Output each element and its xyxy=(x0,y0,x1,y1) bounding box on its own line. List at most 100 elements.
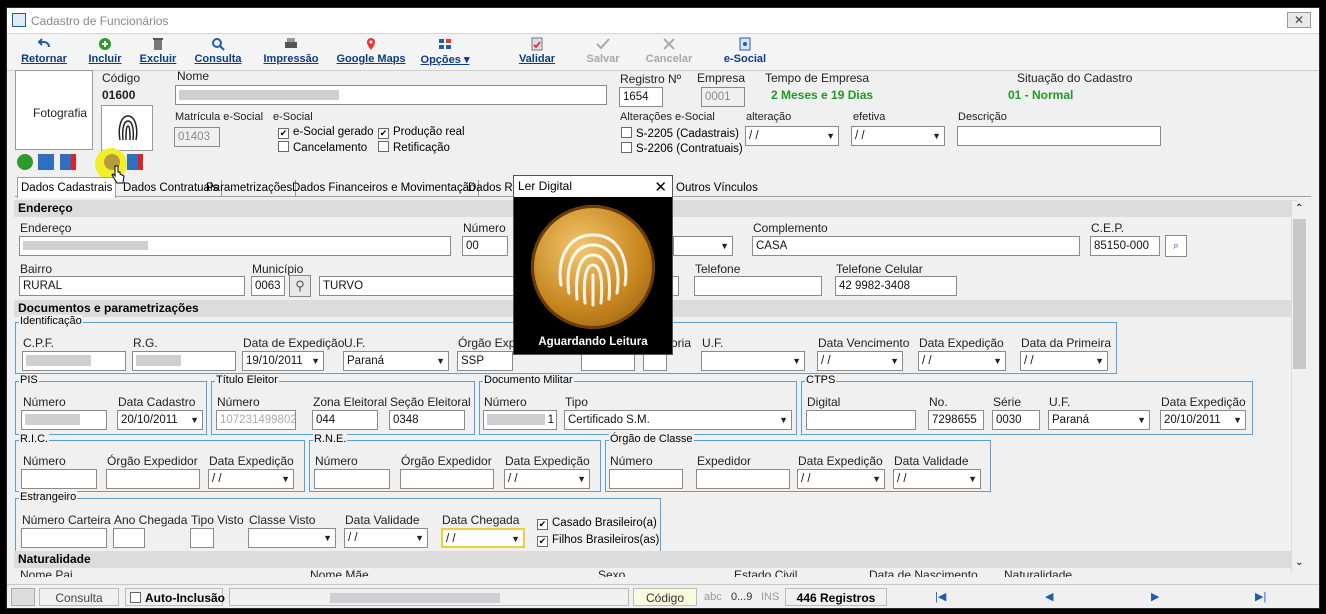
tipo-select[interactable]: Certificado S.M. xyxy=(564,410,792,430)
casado-checkbox[interactable]: ✔ Casado Brasileiro(a) xyxy=(537,517,657,530)
s2206-checkbox[interactable]: S-2206 (Contratuais) xyxy=(621,142,743,155)
delete-photo-icon[interactable] xyxy=(60,154,76,170)
esocial-icon xyxy=(739,37,751,51)
rne-data-select[interactable]: / / xyxy=(504,469,590,489)
datavenc-select[interactable]: / / xyxy=(817,351,903,371)
next-record-icon[interactable]: ▶ xyxy=(1151,588,1159,606)
prev-record-icon[interactable]: ◀ xyxy=(1045,588,1053,606)
municipio-code-input[interactable]: 0063 xyxy=(251,276,285,296)
tab-dados-cadastrais[interactable]: Dados Cadastrais xyxy=(17,177,117,198)
first-record-icon[interactable]: |◀ xyxy=(935,588,946,606)
camera-icon[interactable] xyxy=(38,154,54,170)
tab-dados-financeiros[interactable]: Dados Financeiros e Movimentação xyxy=(289,180,480,197)
last-record-icon[interactable]: ▶| xyxy=(1255,588,1266,606)
incluir-button[interactable]: Incluir xyxy=(85,37,125,65)
classe-numero-input[interactable] xyxy=(609,469,683,489)
ctps-dataexp-select[interactable]: 20/10/2011 xyxy=(1160,410,1246,430)
add-photo-icon[interactable] xyxy=(17,154,33,170)
impressao-button[interactable]: Impressão xyxy=(260,37,322,65)
militar-numero-input[interactable]: 1 xyxy=(483,410,557,430)
hidden-select[interactable] xyxy=(673,236,733,256)
dataexp2-select[interactable]: / / xyxy=(918,351,1006,371)
opcoes-button[interactable]: Opções ▾ xyxy=(417,37,473,66)
municipio-search-icon[interactable]: ⚲ xyxy=(289,275,311,297)
esocial-button[interactable]: e-Social xyxy=(717,37,773,65)
consulta-button[interactable]: Consulta xyxy=(192,37,244,65)
numero-input[interactable]: 00 xyxy=(462,236,508,256)
retificacao-checkbox[interactable]: Retificação xyxy=(378,141,450,154)
cancelamento-checkbox[interactable]: Cancelamento xyxy=(278,141,367,154)
auto-inclusao-box xyxy=(130,592,141,603)
efetiva-select[interactable]: / / xyxy=(851,126,945,146)
dataprim-select[interactable]: / / xyxy=(1020,351,1108,371)
validar-button[interactable]: Validar xyxy=(515,37,559,65)
rne-orgao-input[interactable] xyxy=(400,469,494,489)
pis-data-select[interactable]: 20/10/2011 xyxy=(117,410,203,430)
serie-input[interactable]: 0030 xyxy=(992,410,1040,430)
delete-fingerprint-icon[interactable] xyxy=(127,154,143,170)
ric-numero-input[interactable] xyxy=(21,469,97,489)
tab-parametrizacoes[interactable]: Parametrizações xyxy=(203,180,297,197)
excluir-button[interactable]: Excluir xyxy=(137,37,179,65)
salvar-button[interactable]: Salvar xyxy=(580,37,626,65)
auto-inclusao-checkbox[interactable]: Auto-Inclusão xyxy=(125,588,225,606)
nome-input[interactable] xyxy=(175,85,607,105)
classe-expedidor-input[interactable] xyxy=(696,469,790,489)
orgao-input[interactable]: SSP xyxy=(457,351,513,371)
keyboard-icon[interactable] xyxy=(11,588,35,606)
retornar-button[interactable]: Retornar xyxy=(15,37,73,65)
scroll-down-icon[interactable]: ⌄ xyxy=(1295,557,1303,568)
codigo-status[interactable]: Código xyxy=(633,588,697,606)
uf2-select[interactable] xyxy=(701,351,805,371)
esocial-gerado-checkbox[interactable]: ✔ e-Social gerado xyxy=(278,126,374,139)
celular-input[interactable]: 42 9982-3408 xyxy=(835,276,957,296)
complemento-input[interactable]: CASA xyxy=(752,236,1080,256)
consulta-status[interactable]: Consulta xyxy=(39,588,119,606)
titulo-numero-input[interactable]: 1072314998020 xyxy=(216,410,296,430)
cpf-input[interactable] xyxy=(22,351,126,371)
cep-search-icon[interactable]: ⌕ xyxy=(1165,235,1187,257)
estr-validade-select[interactable]: / / xyxy=(344,528,428,548)
uf-select[interactable]: Paraná xyxy=(343,351,449,371)
registro-input[interactable]: 1654 xyxy=(619,87,663,107)
producao-checkbox[interactable]: ✔ Produção real xyxy=(378,126,465,139)
secao-input[interactable]: 0348 xyxy=(389,410,465,430)
descricao-input[interactable] xyxy=(957,126,1161,146)
scroll-thumb[interactable] xyxy=(1293,219,1306,369)
classe-data-select[interactable]: / / xyxy=(797,469,885,489)
ctps-digital-input[interactable] xyxy=(806,410,916,430)
pis-numero-input[interactable] xyxy=(21,410,107,430)
cancelar-button[interactable]: Cancelar xyxy=(642,37,696,65)
estr-ano-input[interactable] xyxy=(113,528,145,548)
rne-numero-input[interactable] xyxy=(314,469,390,489)
dialog-close-icon[interactable]: ✕ xyxy=(654,177,667,198)
photo-box[interactable]: Fotografia xyxy=(15,70,93,150)
classe-validade-select[interactable]: / / xyxy=(893,469,981,489)
municipio-input[interactable]: TURVO xyxy=(319,276,515,296)
estr-numero-input[interactable] xyxy=(21,528,107,548)
telefone-input[interactable] xyxy=(694,276,822,296)
estr-tipo-input[interactable] xyxy=(190,528,214,548)
google-maps-button[interactable]: Google Maps xyxy=(335,37,407,65)
cep-input[interactable]: 85150-000 xyxy=(1090,236,1160,256)
rg-input[interactable] xyxy=(132,351,236,371)
close-button[interactable]: ✕ xyxy=(1287,12,1311,28)
endereco-input[interactable] xyxy=(19,236,451,256)
zona-input[interactable]: 044 xyxy=(312,410,378,430)
fingerprint-thumb[interactable] xyxy=(101,105,153,151)
estr-chegada-select[interactable]: / / xyxy=(441,528,525,548)
estr-classe-select[interactable] xyxy=(248,528,336,548)
alteracao-select[interactable]: / / xyxy=(745,126,839,146)
tab-outros-vinculos[interactable]: Outros Vínculos xyxy=(673,180,761,197)
ctps-uf-select[interactable]: Paraná xyxy=(1048,410,1150,430)
dataexp-select[interactable]: 19/10/2011 xyxy=(242,351,324,371)
vertical-scrollbar[interactable]: ⌃ ⌄ xyxy=(1291,201,1307,573)
filhos-checkbox[interactable]: ✔ Filhos Brasileiros(as) xyxy=(537,534,659,547)
ctps-no-input[interactable]: 7298655 xyxy=(928,410,984,430)
bairro-input[interactable]: RURAL xyxy=(19,276,245,296)
ric-data-select[interactable]: / / xyxy=(208,469,294,489)
scroll-up-icon[interactable]: ⌃ xyxy=(1295,203,1303,214)
validate-icon xyxy=(531,37,543,51)
s2205-checkbox[interactable]: S-2205 (Cadastrais) xyxy=(621,127,739,140)
ric-orgao-input[interactable] xyxy=(106,469,200,489)
